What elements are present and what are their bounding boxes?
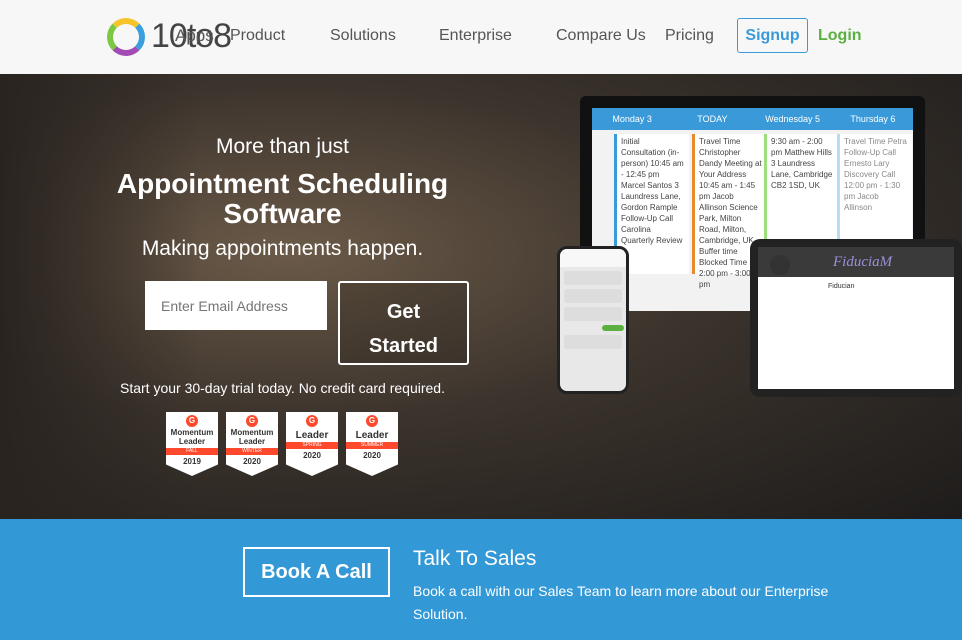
hero-title-line2: Software (223, 198, 342, 229)
sales-cta-section: Book A Call Talk To Sales Book a call wi… (0, 519, 962, 640)
logo[interactable]: 10to8 Apps (107, 17, 232, 57)
trial-note: Start your 30-day trial today. No credit… (119, 380, 445, 396)
nav-compare-us[interactable]: Compare Us (556, 27, 646, 45)
calendar-day-header: Monday 3 (612, 114, 652, 124)
g2-badge: G Leader SPRING 2020 (286, 412, 338, 476)
database-icon (770, 255, 790, 275)
nav-pricing[interactable]: Pricing (665, 27, 714, 45)
calendar-column: 9:30 am - 2:00 pm Matthew Hills 3 Laundr… (764, 134, 839, 254)
logo-ring-icon (107, 18, 145, 56)
nav-product[interactable]: Product (230, 27, 285, 45)
hero: More than just Appointment Scheduling So… (0, 74, 962, 519)
g2-badge: G Leader SUMMER 2020 (346, 412, 398, 476)
g2-badge: G Momentum Leader WINTER 2020 (226, 412, 278, 476)
hero-title-line1: Appointment Scheduling (116, 168, 449, 199)
tablet-mockup: FiduciaM Fiducian (750, 239, 962, 397)
nav-enterprise[interactable]: Enterprise (439, 27, 512, 45)
nav-solutions[interactable]: Solutions (330, 27, 396, 45)
calendar-day-header: Wednesday 5 (765, 114, 821, 124)
get-started-button[interactable]: Get Started (338, 281, 469, 365)
tablet-heading: Fiducian (828, 283, 855, 290)
signup-button[interactable]: Signup (737, 18, 808, 53)
nav-apps[interactable]: Apps (175, 26, 214, 46)
talk-to-sales-description: Book a call with our Sales Team to learn… (413, 583, 829, 622)
g2-logo-icon: G (306, 415, 318, 427)
hero-pretitle: More than just (215, 135, 350, 158)
top-nav: 10to8 Apps Product Solutions Enterprise … (0, 0, 962, 74)
calendar-column: Travel Time Petra Follow-Up Call Ernesto… (837, 134, 912, 244)
phone-mockup (557, 246, 629, 394)
login-link[interactable]: Login (818, 27, 862, 45)
g2-logo-icon: G (186, 415, 198, 427)
g2-logo-icon: G (246, 415, 258, 427)
email-input[interactable] (145, 281, 327, 330)
g2-logo-icon: G (366, 415, 378, 427)
hero-tagline: Making appointments happen. (141, 237, 424, 260)
talk-to-sales-heading: Talk To Sales (413, 547, 537, 570)
calendar-day-header: Thursday 6 (850, 114, 896, 124)
book-call-button[interactable]: Book A Call (243, 547, 390, 597)
calendar-day-header: TODAY (697, 114, 728, 124)
g2-badge: G Momentum Leader FALL 2019 (166, 412, 218, 476)
